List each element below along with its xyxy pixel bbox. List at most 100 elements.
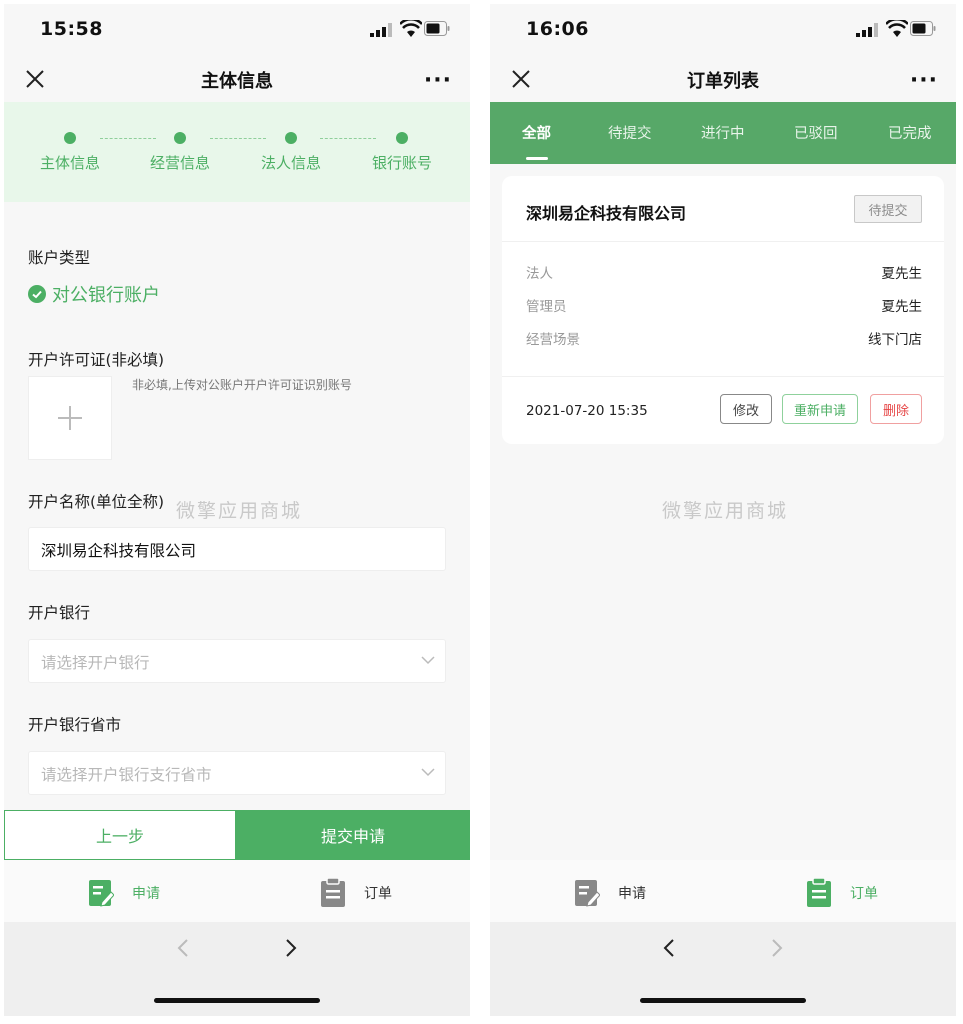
more-icon[interactable]: ···	[424, 68, 452, 93]
bank-city-label: 开户银行省市	[28, 716, 122, 734]
status-bar: 16:06	[490, 4, 956, 56]
permit-hint: 非必填,上传对公账户开户许可证识别账号	[132, 378, 352, 392]
account-name-field[interactable]: 深圳易企科技有限公司	[28, 527, 446, 571]
tab-orders-label: 订单	[364, 886, 392, 902]
account-type-label: 账户类型	[28, 249, 91, 267]
row-value: 夏先生	[881, 266, 923, 282]
chevron-down-icon	[421, 768, 435, 777]
home-indicator	[154, 998, 320, 1003]
tab-rejected[interactable]: 已驳回	[794, 122, 838, 143]
apply-screen: 15:58 主体信息 ··· 主体信息 经营信息 法人信息 银行账号 账户类型 …	[4, 4, 470, 1016]
row-key: 法人	[526, 266, 553, 282]
step-1: 主体信息	[20, 132, 120, 173]
tab-bar: 申请 订单	[490, 860, 956, 922]
permit-upload-button[interactable]	[28, 376, 112, 460]
tab-apply-label: 申请	[618, 886, 646, 902]
divider	[502, 376, 944, 377]
check-circle-icon	[28, 285, 46, 303]
tab-bar: 申请 订单	[4, 860, 470, 922]
watermark: 微擎应用商城	[176, 500, 303, 522]
page-title: 主体信息	[201, 71, 273, 92]
tab-completed[interactable]: 已完成	[888, 122, 932, 143]
active-tab-indicator	[526, 157, 548, 160]
page-title: 订单列表	[687, 71, 759, 92]
tab-orders[interactable]: 订单	[806, 878, 878, 908]
bank-city-select[interactable]: 请选择开户银行支行省市	[28, 751, 446, 795]
tab-apply[interactable]: 申请	[88, 878, 160, 908]
tab-in-progress[interactable]: 进行中	[701, 122, 745, 143]
bank-city-placeholder: 请选择开户银行支行省市	[41, 766, 212, 784]
wifi-icon	[886, 20, 908, 37]
step-label: 主体信息	[39, 154, 100, 172]
bank-label: 开户银行	[28, 604, 91, 622]
apply-edit-icon	[89, 880, 114, 907]
tab-orders[interactable]: 订单	[320, 878, 392, 908]
watermark: 微擎应用商城	[662, 500, 789, 522]
orders-clipboard-icon	[321, 878, 345, 907]
account-name-value: 深圳易企科技有限公司	[41, 542, 197, 560]
order-filter-tabs: 全部 待提交 进行中 已驳回 已完成	[490, 102, 956, 164]
nav-bar: 订单列表 ···	[490, 56, 956, 102]
form-actions: 上一步 提交申请	[4, 810, 470, 860]
row-key: 管理员	[526, 299, 567, 315]
battery-icon	[910, 21, 936, 36]
account-type-value: 对公银行账户	[52, 285, 160, 306]
order-card[interactable]: 深圳易企科技有限公司 待提交 法人 夏先生 管理员 夏先生 经营场景 线下门店 …	[502, 176, 944, 444]
account-type-option[interactable]: 对公银行账户	[28, 281, 160, 307]
back-arrow-icon[interactable]	[662, 938, 676, 958]
row-key: 经营场景	[526, 332, 580, 348]
reapply-button[interactable]: 重新申请	[782, 394, 858, 424]
tab-pending-submit[interactable]: 待提交	[608, 122, 652, 143]
orders-clipboard-icon	[807, 878, 831, 907]
order-row-admin: 管理员 夏先生	[526, 295, 922, 315]
delete-button[interactable]: 删除	[870, 394, 922, 424]
forward-arrow-icon[interactable]	[284, 938, 298, 958]
tab-apply[interactable]: 申请	[574, 878, 646, 908]
nav-bar: 主体信息 ···	[4, 56, 470, 102]
step-dot	[64, 132, 76, 144]
step-label: 经营信息	[149, 154, 210, 172]
battery-icon	[424, 21, 450, 36]
row-value: 夏先生	[881, 299, 923, 315]
wifi-icon	[400, 20, 422, 37]
tab-orders-label: 订单	[850, 886, 878, 902]
step-label: 银行账号	[371, 154, 432, 172]
progress-steps: 主体信息 经营信息 法人信息 银行账号	[4, 102, 470, 202]
browser-toolbar	[4, 922, 470, 1016]
back-arrow-icon[interactable]	[176, 938, 190, 958]
step-dot	[174, 132, 186, 144]
bank-placeholder: 请选择开户银行	[41, 654, 150, 672]
order-datetime: 2021-07-20 15:35	[526, 403, 648, 419]
tab-all[interactable]: 全部	[522, 122, 551, 143]
browser-toolbar	[490, 922, 956, 1016]
account-name-label: 开户名称(单位全称)	[28, 493, 165, 511]
step-3: 法人信息	[241, 132, 341, 173]
status-badge: 待提交	[854, 195, 922, 223]
order-row-scene: 经营场景 线下门店	[526, 328, 922, 348]
step-label: 法人信息	[260, 154, 321, 172]
prev-step-button[interactable]: 上一步	[4, 810, 236, 860]
status-time: 16:06	[526, 18, 589, 40]
edit-button[interactable]: 修改	[720, 394, 772, 424]
forward-arrow-icon[interactable]	[770, 938, 784, 958]
order-row-legal-person: 法人 夏先生	[526, 262, 922, 282]
submit-button[interactable]: 提交申请	[236, 810, 470, 860]
row-value: 线下门店	[868, 332, 922, 348]
step-2: 经营信息	[130, 132, 230, 173]
chevron-down-icon	[421, 656, 435, 665]
orders-screen: 16:06 订单列表 ··· 全部 待提交 进行中 已驳回 已完成 深圳易企科技…	[490, 4, 956, 1016]
more-icon[interactable]: ···	[910, 68, 938, 93]
step-dot	[285, 132, 297, 144]
step-4: 银行账号	[352, 132, 452, 173]
signal-icon	[370, 23, 392, 37]
divider	[502, 241, 944, 242]
status-bar: 15:58	[4, 4, 470, 56]
apply-edit-icon	[575, 880, 600, 907]
permit-label: 开户许可证(非必填)	[28, 351, 165, 369]
order-company-name: 深圳易企科技有限公司	[526, 204, 687, 223]
status-time: 15:58	[40, 18, 103, 40]
bank-select[interactable]: 请选择开户银行	[28, 639, 446, 683]
tab-apply-label: 申请	[132, 886, 160, 902]
signal-icon	[856, 23, 878, 37]
home-indicator	[640, 998, 806, 1003]
